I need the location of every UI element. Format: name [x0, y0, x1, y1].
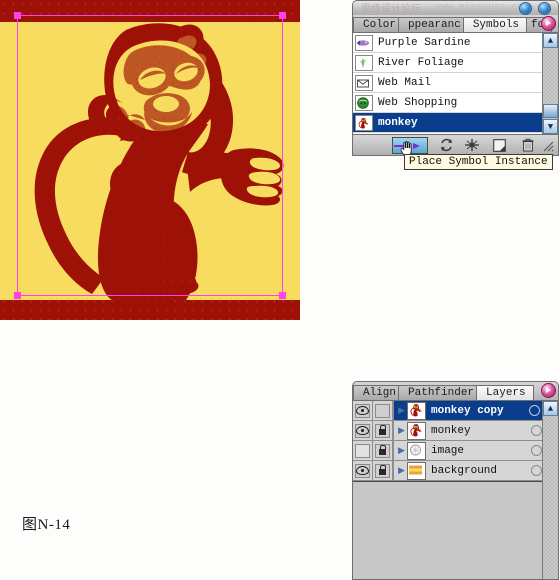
- layer-lock-toggle[interactable]: [373, 441, 393, 460]
- layer-name: image: [431, 444, 465, 457]
- list-item[interactable]: Web Shopping: [353, 93, 558, 113]
- tab-symbols-label: Symbols: [472, 19, 520, 31]
- panel-resize-gripper[interactable]: [537, 136, 557, 154]
- figure-caption: 图N-14: [22, 517, 71, 533]
- tab-color-label: Color: [363, 19, 397, 31]
- layer-visibility-toggle[interactable]: [353, 441, 373, 460]
- symbols-panel-titlebar[interactable]: 思缘设计论坛 www.missyuan.com: [352, 0, 559, 15]
- tab-layers[interactable]: Layers: [476, 385, 534, 400]
- delete-symbol-button[interactable]: [518, 136, 538, 154]
- new-symbol-button[interactable]: [490, 136, 510, 154]
- scrollbar-thumb[interactable]: [543, 104, 558, 118]
- list-item-label: Purple Sardine: [378, 36, 471, 49]
- monkey-artwork[interactable]: [0, 0, 300, 320]
- layer-row-content[interactable]: ▶ monkey: [393, 421, 558, 440]
- tab-align[interactable]: Align: [353, 385, 405, 400]
- monkey-thumb: [355, 114, 373, 131]
- layers-panel-body: ▶ monkey copy ▶ monkey ▶ image ▶ backgro…: [352, 400, 559, 580]
- break-link-to-symbol-button[interactable]: [463, 136, 483, 154]
- layers-panel-tabs[interactable]: Align Pathfinder Layers: [352, 381, 559, 400]
- tab-align-label: Align: [363, 387, 397, 399]
- layer-lock-toggle[interactable]: [373, 461, 393, 480]
- list-item-label: Web Shopping: [378, 96, 458, 109]
- layers-scrollbar[interactable]: ▲: [542, 401, 558, 579]
- watermark-cn: 思缘设计论坛: [361, 4, 421, 15]
- layers-empty-area: [353, 481, 543, 579]
- list-item-label: monkey: [378, 116, 418, 129]
- scroll-down-icon[interactable]: ▼: [543, 119, 558, 134]
- layer-target-indicator[interactable]: [531, 425, 542, 436]
- table-row[interactable]: ▶ background: [353, 461, 558, 481]
- symbols-panel[interactable]: 思缘设计论坛 www.missyuan.com Color ppearanc S…: [352, 0, 559, 156]
- chevron-right-icon[interactable]: ▶: [396, 426, 407, 436]
- list-item-label: Web Mail: [378, 76, 431, 89]
- layer-lock-toggle[interactable]: [373, 421, 393, 440]
- layers-panel[interactable]: Align Pathfinder Layers ▶ monkey copy ▶ …: [352, 381, 559, 580]
- monkey-layer-thumb: [407, 401, 426, 420]
- layer-name: monkey copy: [431, 404, 504, 417]
- table-row[interactable]: ▶ monkey: [353, 421, 558, 441]
- tab-layers-label: Layers: [486, 387, 526, 399]
- layer-target-indicator[interactable]: [531, 465, 542, 476]
- layer-name: monkey: [431, 424, 471, 437]
- table-row[interactable]: ▶ monkey copy: [353, 401, 558, 421]
- layer-visibility-toggle[interactable]: [353, 421, 373, 440]
- layer-lock-toggle[interactable]: [373, 401, 393, 420]
- web-mail-thumb: [355, 74, 373, 91]
- tab-appearance[interactable]: ppearanc: [398, 17, 469, 32]
- layer-row-content[interactable]: ▶ image: [393, 441, 558, 460]
- river-foliage-thumb: [355, 54, 373, 71]
- layer-visibility-toggle[interactable]: [353, 401, 373, 420]
- panel-menu-icon[interactable]: [541, 16, 556, 31]
- list-item[interactable]: Web Mail: [353, 73, 558, 93]
- tooltip: Place Symbol Instance: [404, 154, 553, 170]
- web-shopping-thumb: [355, 94, 373, 111]
- panel-close-button[interactable]: [538, 2, 551, 15]
- tab-color[interactable]: Color: [353, 17, 405, 32]
- list-item[interactable]: Purple Sardine: [353, 33, 558, 53]
- symbols-panel-toolbar[interactable]: [352, 135, 559, 156]
- layer-row-content[interactable]: ▶ background: [393, 461, 558, 480]
- scroll-up-icon[interactable]: ▲: [543, 33, 558, 48]
- symbols-list[interactable]: Purple Sardine River Foliage Web Mail We…: [353, 33, 558, 134]
- layer-row-content[interactable]: ▶ monkey copy: [393, 401, 558, 420]
- tab-appearance-label: ppearanc: [408, 19, 461, 31]
- layer-name: background: [431, 464, 498, 477]
- layer-target-indicator[interactable]: [531, 445, 542, 456]
- table-row[interactable]: ▶ image: [353, 441, 558, 461]
- tab-symbols[interactable]: Symbols: [462, 17, 528, 32]
- illustration-canvas[interactable]: [0, 0, 300, 320]
- background-layer-thumb: [407, 461, 426, 480]
- chevron-right-icon[interactable]: ▶: [396, 406, 407, 416]
- layer-target-indicator[interactable]: [529, 405, 540, 416]
- symbols-scrollbar[interactable]: ▲ ▼: [542, 33, 558, 134]
- list-item[interactable]: River Foliage: [353, 53, 558, 73]
- panel-minimize-button[interactable]: [519, 2, 532, 15]
- tab-pathfinder-label: Pathfinder: [408, 387, 475, 399]
- replace-symbol-button[interactable]: [437, 136, 457, 154]
- watermark-url: www.missyuan.com: [435, 2, 530, 12]
- purple-sardine-thumb: [355, 34, 373, 51]
- list-item[interactable]: monkey: [353, 113, 558, 133]
- scroll-up-icon[interactable]: ▲: [543, 401, 558, 416]
- layers-list[interactable]: ▶ monkey copy ▶ monkey ▶ image ▶ backgro…: [353, 401, 558, 481]
- layers-panel-menu-icon[interactable]: [541, 383, 556, 398]
- chevron-right-icon[interactable]: ▶: [396, 466, 407, 476]
- chevron-right-icon[interactable]: ▶: [396, 446, 407, 456]
- monkey-layer-thumb: [407, 421, 426, 440]
- symbols-panel-tabs[interactable]: Color ppearanc Symbols fo: [352, 15, 559, 32]
- symbols-panel-body: Purple Sardine River Foliage Web Mail We…: [352, 32, 559, 135]
- tab-pathfinder[interactable]: Pathfinder: [398, 385, 483, 400]
- layer-visibility-toggle[interactable]: [353, 461, 373, 480]
- image-layer-thumb: [407, 441, 426, 460]
- list-item-label: River Foliage: [378, 56, 464, 69]
